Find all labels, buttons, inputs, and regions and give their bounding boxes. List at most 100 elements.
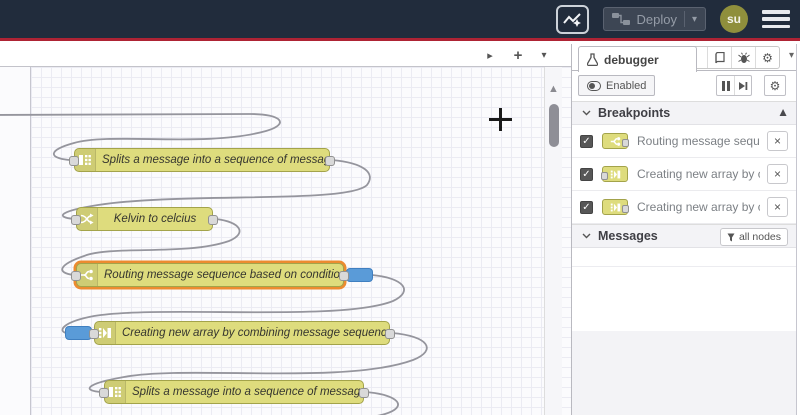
- sidebar-tab-bar: debugger i ⚙ ▾: [572, 44, 796, 72]
- canvas-scrollbar[interactable]: ▲: [544, 67, 562, 415]
- canvas-body[interactable]: Splits a message into a sequence of mess…: [0, 67, 571, 415]
- breakpoints-list: ✓ Routing message sequence ba × ✓ Creating n…: [572, 125, 796, 224]
- gear-icon: ⚙: [762, 50, 773, 65]
- breakpoint-checkbox[interactable]: ✓: [580, 134, 593, 148]
- node-label: Splits a message into a sequence of mess…: [102, 154, 329, 166]
- deploy-caret-icon[interactable]: ▾: [692, 14, 697, 25]
- filter-label: all nodes: [738, 231, 781, 243]
- crosshair-cursor: [489, 108, 512, 131]
- node-chip: [600, 198, 630, 216]
- flow-canvas[interactable]: ▸ + ▾ Splits a message into a sequence o…: [0, 44, 572, 415]
- main-menu-icon[interactable]: [762, 10, 790, 28]
- tab-debugger[interactable]: debugger: [578, 46, 697, 72]
- node-port-left[interactable]: [71, 215, 81, 225]
- breakpoint-row: ✓ Routing message sequence ba ×: [572, 125, 796, 158]
- enabled-label: Enabled: [606, 79, 647, 92]
- pause-button[interactable]: [717, 76, 734, 95]
- remove-breakpoint-button[interactable]: ×: [767, 164, 788, 184]
- sidebar-menu-icon[interactable]: ▾: [789, 50, 794, 61]
- breakpoint-indicator[interactable]: [346, 268, 373, 282]
- deploy-button[interactable]: Deploy ▾: [602, 7, 706, 31]
- join-mini-icon: [601, 166, 628, 182]
- bug-icon: [737, 52, 750, 63]
- messages-empty-area: [572, 248, 796, 267]
- node-label: Creating new array by combining message …: [122, 327, 389, 339]
- breakpoint-label: Routing message sequence ba: [637, 134, 760, 148]
- node-port-left[interactable]: [99, 388, 109, 398]
- messages-header[interactable]: Messages all nodes: [572, 224, 796, 248]
- node-port-left[interactable]: [89, 329, 99, 339]
- help-button[interactable]: [707, 47, 731, 68]
- remove-breakpoint-button[interactable]: ×: [767, 197, 788, 217]
- node-label: Splits a message into a sequence of mess…: [132, 386, 363, 398]
- deploy-node-icon: [611, 13, 630, 25]
- breakpoint-row: ✓ Creating new array by combini ×: [572, 158, 796, 191]
- flow-list-button[interactable]: ▸: [481, 46, 499, 64]
- breakpoint-indicator[interactable]: [65, 326, 92, 340]
- flow-node[interactable]: Creating new array by combining message …: [65, 321, 395, 345]
- debugger-controls: Enabled ⚙: [572, 71, 796, 101]
- breakpoint-checkbox[interactable]: ✓: [580, 167, 593, 181]
- export-image-icon[interactable]: [555, 4, 589, 34]
- node-port-right[interactable]: [208, 215, 218, 225]
- filter-icon: [727, 233, 735, 241]
- node-port-right[interactable]: [325, 156, 335, 166]
- sparkle-chart-icon: [562, 12, 581, 27]
- tab-debugger-label: debugger: [604, 52, 659, 67]
- chip-port: [622, 139, 629, 147]
- toggle-icon: [587, 80, 601, 91]
- remove-breakpoint-button[interactable]: ×: [767, 131, 788, 151]
- settings-button[interactable]: ⚙: [755, 47, 779, 68]
- chevron-down-icon: [582, 110, 591, 116]
- sidebar-background: [572, 331, 796, 415]
- node-chip: [600, 165, 630, 183]
- book-icon: [714, 51, 725, 63]
- scroll-up-icon[interactable]: ▲: [545, 67, 562, 95]
- pause-icon: [721, 80, 730, 91]
- pause-step-group: [716, 75, 752, 96]
- step-button[interactable]: [734, 76, 751, 95]
- chip-port: [601, 172, 608, 180]
- node-label: Routing message sequence based on condit…: [104, 269, 343, 281]
- join-mini-icon: [602, 199, 629, 215]
- message-filter-button[interactable]: all nodes: [719, 228, 788, 246]
- node-port-right[interactable]: [359, 388, 369, 398]
- deploy-label: Deploy: [636, 11, 677, 27]
- node-port-right[interactable]: [339, 271, 349, 281]
- debugger-settings-button[interactable]: ⚙: [764, 75, 786, 96]
- scrollbar-thumb[interactable]: [549, 104, 559, 147]
- breakpoints-header[interactable]: Breakpoints ▲: [572, 101, 796, 125]
- debug-sidebar: debugger i ⚙ ▾: [572, 44, 797, 415]
- flow-menu-button[interactable]: ▾: [535, 46, 553, 64]
- switch-mini-icon: [602, 133, 629, 149]
- breakpoint-label: Creating new array by combini: [637, 167, 760, 181]
- gear-icon: ⚙: [769, 78, 781, 93]
- chevron-down-icon: [582, 233, 591, 239]
- flow-node[interactable]: Splits a message into a sequence of mess…: [69, 148, 335, 172]
- node-port-left[interactable]: [71, 271, 81, 281]
- node-chip: [600, 132, 630, 150]
- flow-node[interactable]: Routing message sequence based on condit…: [71, 263, 373, 287]
- debug-button[interactable]: [731, 47, 755, 68]
- chip-port: [622, 205, 629, 213]
- flow-node[interactable]: Kelvin to celcius: [71, 207, 218, 231]
- breakpoints-title: Breakpoints: [598, 106, 671, 120]
- node-port-right[interactable]: [385, 329, 395, 339]
- node-port-left[interactable]: [69, 156, 79, 166]
- flask-icon: [587, 53, 598, 66]
- node-label: Kelvin to celcius: [113, 213, 197, 225]
- breakpoint-row: ✓ Creating new array by combini ×: [572, 191, 796, 224]
- flow-tab-bar: ▸ + ▾: [0, 44, 571, 67]
- flow-node[interactable]: Splits a message into a sequence of mess…: [99, 380, 369, 404]
- breakpoint-label: Creating new array by combini: [637, 200, 760, 214]
- header-bar: Deploy ▾ su: [0, 0, 800, 41]
- add-flow-button[interactable]: +: [509, 46, 527, 64]
- step-icon: [739, 81, 748, 90]
- wire-layer: [0, 113, 428, 415]
- scroll-up-icon[interactable]: ▲: [777, 105, 789, 119]
- enabled-toggle[interactable]: Enabled: [578, 75, 656, 96]
- breakpoint-checkbox[interactable]: ✓: [580, 200, 593, 214]
- user-avatar[interactable]: su: [720, 5, 748, 33]
- messages-title: Messages: [598, 229, 658, 243]
- deploy-separator: [683, 11, 685, 27]
